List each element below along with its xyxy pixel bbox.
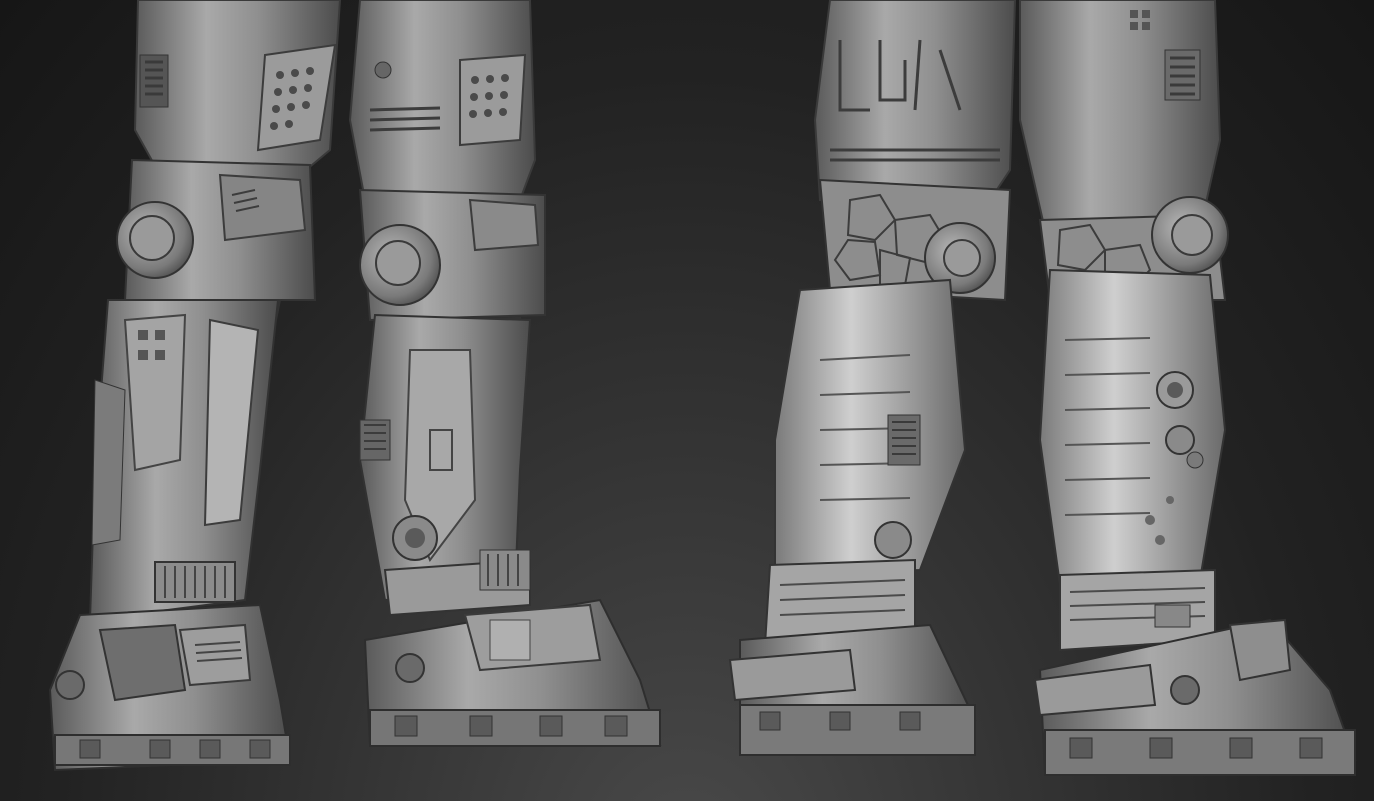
3d-viewport[interactable] <box>0 0 1374 801</box>
rear-left-leg <box>728 0 1017 757</box>
front-right-leg <box>348 0 662 747</box>
rear-right-leg <box>1019 0 1357 777</box>
front-left-leg <box>48 0 342 772</box>
sculpt-render <box>48 0 1357 777</box>
